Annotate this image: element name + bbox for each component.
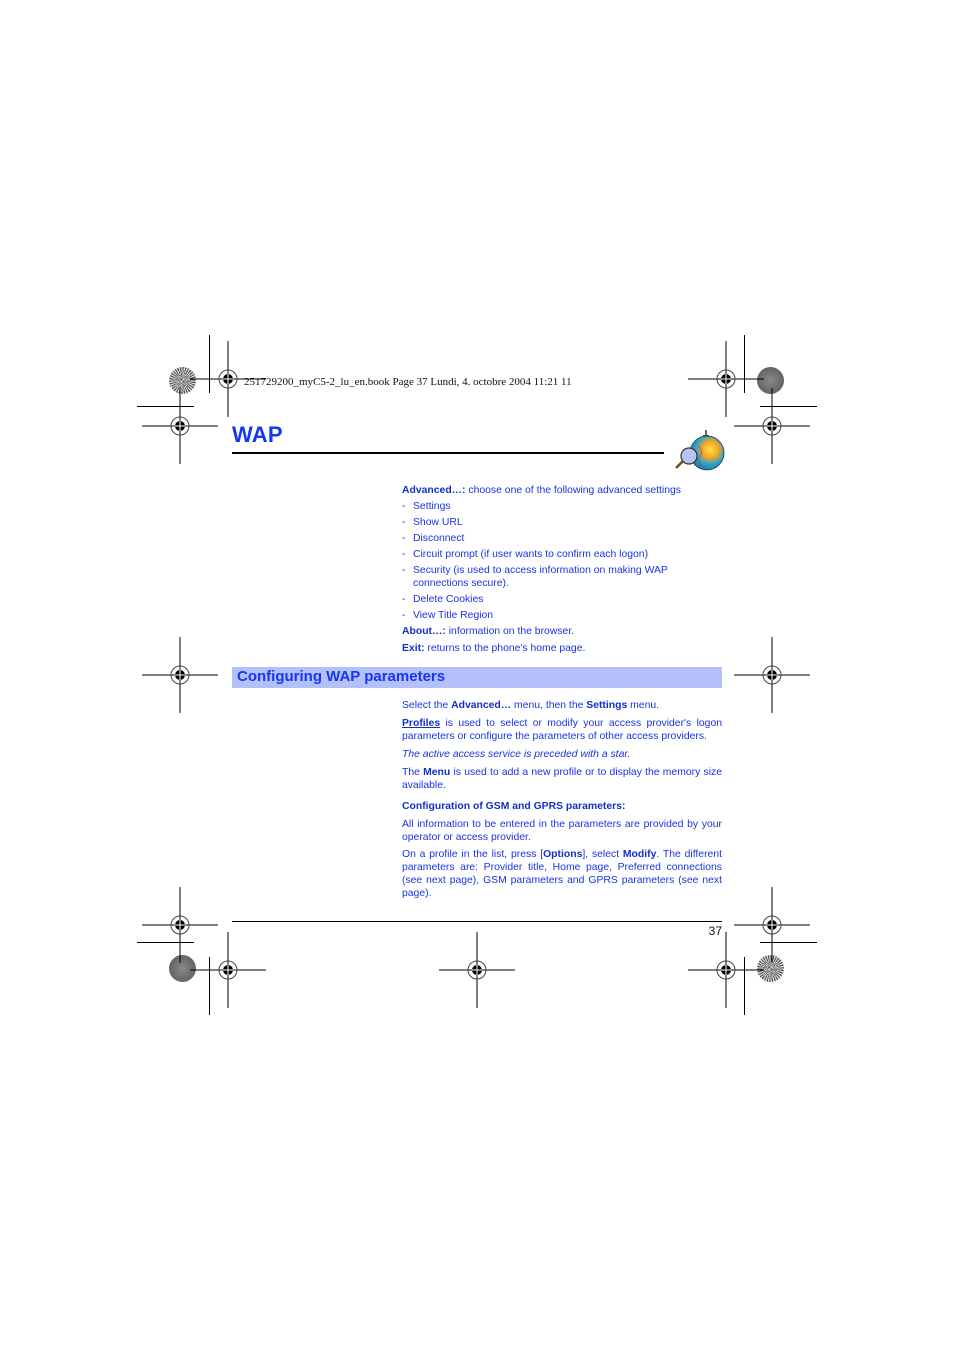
- list-item: - Security (is used to access information…: [402, 565, 668, 589]
- section-body: Select the Advanced… menu, then the Sett…: [402, 699, 722, 900]
- advanced-block: Advanced…: choose one of the following a…: [402, 484, 722, 655]
- profiles-link[interactable]: Profiles: [402, 718, 440, 729]
- registration-target-icon: [190, 932, 266, 1008]
- paragraph-modify-profile: On a profile in the list, press [Options…: [402, 849, 722, 899]
- advanced-label: Advanced…:: [402, 485, 466, 496]
- paragraph-profiles: Profiles is used to select or modify you…: [402, 718, 722, 742]
- about-text: information on the browser.: [445, 626, 575, 637]
- section-title: Configuring WAP parameters: [237, 668, 446, 685]
- list-item: - Settings: [402, 501, 451, 512]
- paragraph-active-service-note: The active access service is preceded wi…: [402, 749, 631, 760]
- registration-target-icon: [688, 932, 764, 1008]
- chapter-title: WAP: [232, 422, 283, 447]
- paragraph-operator-info: All information to be entered in the par…: [402, 819, 722, 843]
- title-rule: [232, 452, 664, 454]
- registration-target-icon: [142, 637, 218, 713]
- footer-rule: [232, 921, 722, 922]
- exit-label: Exit:: [402, 643, 425, 654]
- print-header: 251729200_myC5-2_lu_en.book Page 37 Lund…: [244, 376, 572, 388]
- registration-target-icon: [734, 637, 810, 713]
- exit-text: returns to the phone's home page.: [424, 643, 586, 654]
- list-item: - Show URL: [402, 517, 463, 528]
- list-item: - View Title Region: [402, 610, 494, 621]
- globe-magnifier-icon: [670, 428, 726, 472]
- subheading-gsm-gprs: Configuration of GSM and GPRS parameters…: [402, 801, 626, 812]
- registration-target-icon: [734, 388, 810, 464]
- list-item: - Circuit prompt (if user wants to confir…: [402, 549, 649, 560]
- list-item: - Disconnect: [402, 533, 465, 544]
- list-item: - Delete Cookies: [402, 594, 484, 605]
- paragraph-menu: The Menu is used to add a new profile or…: [402, 767, 722, 791]
- section-header: Configuring WAP parameters: [232, 667, 722, 688]
- advanced-options-list: - Settings - Show URL - Disconnect - Circuit…: [402, 500, 722, 622]
- registration-target-icon: [439, 932, 515, 1008]
- paragraph-select-settings: Select the Advanced… menu, then the Sett…: [402, 700, 660, 711]
- about-label: About…:: [402, 626, 446, 637]
- registration-target-icon: [142, 388, 218, 464]
- advanced-text: choose one of the following advanced set…: [465, 485, 681, 496]
